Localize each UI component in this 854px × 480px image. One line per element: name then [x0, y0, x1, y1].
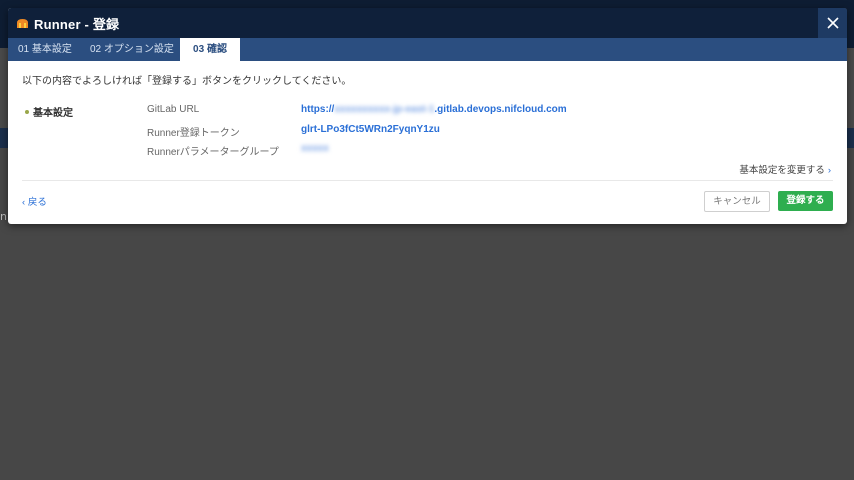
modal-titlebar: Runner - 登録 — [8, 8, 847, 38]
register-button[interactable]: 登録する — [778, 191, 833, 211]
back-label: 戻る — [27, 197, 47, 208]
runner-token-value: glrt-LPo3fCt5WRn2FyqnY1zu — [301, 124, 440, 135]
back-link[interactable]: ‹ 戻る — [22, 194, 47, 208]
section-title: 基本設定 — [33, 108, 73, 119]
bullet-icon — [25, 110, 29, 115]
close-button[interactable] — [818, 8, 847, 38]
background-text: n — [0, 210, 7, 223]
tab-basic-settings[interactable]: 01 基本設定 — [8, 38, 82, 61]
modal-title: Runner - 登録 — [34, 17, 120, 32]
register-runner-modal: Runner - 登録 01 基本設定 02 オプション設定 03 確認 以下の… — [8, 8, 847, 224]
change-basic-settings-label: 基本設定を変更する — [739, 165, 825, 176]
runner-param-group-value: xxxxx — [301, 143, 329, 154]
intro-text: 以下の内容でよろしければ「登録する」ボタンをクリックしてください。 — [22, 76, 352, 87]
runner-param-group-redacted: xxxxx — [301, 143, 329, 154]
change-basic-settings-link[interactable]: 基本設定を変更する › — [739, 162, 831, 176]
chevron-left-icon: ‹ — [22, 197, 26, 208]
runner-param-group-label: Runnerパラメーターグループ — [147, 147, 279, 158]
cancel-button[interactable]: キャンセル — [704, 191, 770, 212]
gitlab-url-suffix: .gitlab.devops.nifcloud.com — [434, 104, 567, 115]
gitlab-url-prefix: https:// — [301, 104, 335, 115]
gitlab-url-redacted: xxxxxxxxxx-jp-east-1 — [334, 104, 435, 115]
tab-confirm[interactable]: 03 確認 — [180, 38, 240, 61]
footer-divider — [22, 180, 833, 181]
runner-token-label: Runner登録トークン — [147, 128, 240, 139]
gitlab-url-label: GitLab URL — [147, 104, 200, 115]
chevron-right-icon: › — [827, 165, 831, 176]
close-icon — [826, 17, 839, 29]
section-basic-settings: 基本設定 — [25, 104, 73, 119]
runner-icon — [17, 19, 28, 28]
step-tabs: 01 基本設定 02 オプション設定 03 確認 — [8, 38, 847, 61]
gitlab-url-value: https://xxxxxxxxxx-jp-east-1.gitlab.devo… — [301, 104, 567, 115]
runner-token-text: glrt-LPo3fCt5WRn2FyqnY1zu — [301, 124, 440, 135]
tab-option-settings[interactable]: 02 オプション設定 — [80, 38, 184, 61]
